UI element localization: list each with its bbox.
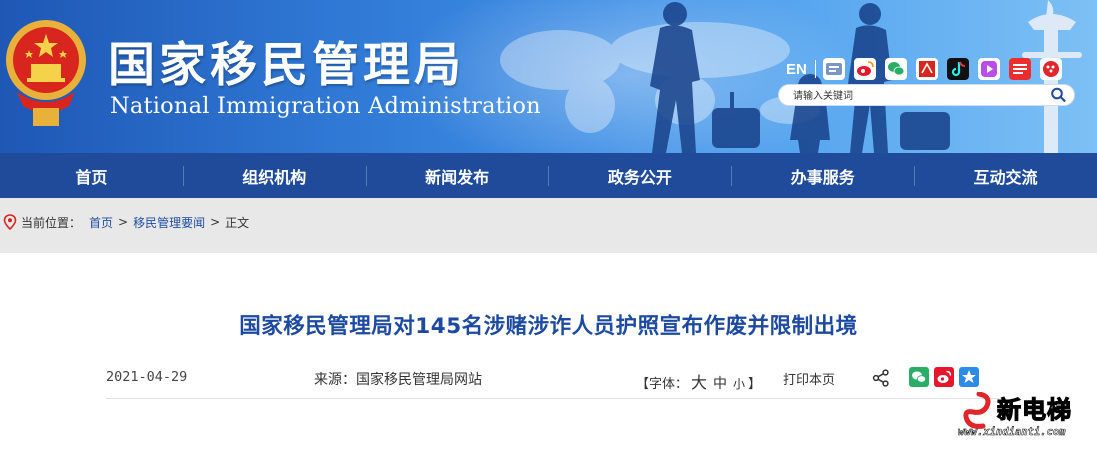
- breadcrumb-separator: >: [210, 215, 221, 229]
- nav-item-interaction[interactable]: 互动交流: [914, 153, 1097, 198]
- share-icon[interactable]: [871, 368, 891, 388]
- site-subtitle: National Immigration Administration: [110, 93, 541, 119]
- people-daily-icon[interactable]: [915, 58, 938, 80]
- weibo-icon[interactable]: [853, 58, 876, 80]
- article-panel: 国家移民管理局对145名涉赌涉诈人员护照宣布作废并限制出境 2021-04-29…: [0, 253, 1097, 453]
- article-source: 来源：国家移民管理局网站: [314, 372, 482, 388]
- weibo-share-icon[interactable]: [934, 367, 954, 387]
- qzone-share-icon[interactable]: [959, 367, 979, 387]
- site-title: 国家移民管理局: [108, 38, 465, 93]
- site-watermark: 新电梯 www.xindianti.com: [955, 390, 1097, 445]
- cctv-icon[interactable]: [1039, 58, 1062, 80]
- nav-item-home[interactable]: 首页: [0, 153, 183, 198]
- search-box: [778, 84, 1075, 106]
- breadcrumb-separator: >: [118, 215, 129, 229]
- header-toolbar: EN: [786, 57, 1071, 81]
- national-emblem-icon: [6, 20, 86, 126]
- breadcrumb-current: 正文: [225, 215, 250, 230]
- main-nav: 首页 组织机构 新闻发布 政务公开 办事服务 互动交流: [0, 153, 1097, 198]
- font-size-small-button[interactable]: 小: [733, 375, 745, 392]
- site-header: 国家移民管理局 National Immigration Administrat…: [0, 0, 1097, 153]
- font-size-label: 【字体：: [636, 377, 689, 392]
- article-title: 国家移民管理局对145名涉赌涉诈人员护照宣布作废并限制出境: [239, 314, 858, 339]
- breadcrumb: 当前位置： 首页 > 移民管理要闻 > 正文: [0, 207, 249, 237]
- publish-date: 2021-04-29: [106, 369, 188, 385]
- share-buttons: [909, 367, 984, 387]
- nav-item-organization[interactable]: 组织机构: [182, 153, 366, 198]
- nav-item-news-release[interactable]: 新闻发布: [365, 153, 549, 198]
- nav-item-gov-affairs[interactable]: 政务公开: [548, 153, 731, 198]
- font-size-bracket: 】: [748, 377, 762, 392]
- watermark-url: www.xindianti.com: [958, 426, 1066, 439]
- kuaishou-icon[interactable]: [977, 58, 1000, 80]
- font-size-medium-button[interactable]: 中: [713, 373, 727, 393]
- search-icon[interactable]: [1049, 86, 1069, 104]
- nav-item-services[interactable]: 办事服务: [731, 153, 914, 198]
- toutiao-icon[interactable]: [1008, 58, 1031, 80]
- douyin-icon[interactable]: [946, 58, 969, 80]
- wechat-share-icon[interactable]: [909, 367, 929, 387]
- breadcrumb-home-link[interactable]: 首页: [89, 214, 113, 231]
- xindianti-logo-icon: [963, 392, 991, 429]
- breadcrumb-label: 当前位置：: [21, 215, 82, 230]
- toolbar-divider: [814, 60, 816, 78]
- wechat-icon[interactable]: [884, 58, 907, 80]
- font-size-large-button[interactable]: 大: [691, 369, 707, 393]
- breadcrumb-section-link[interactable]: 移民管理要闻: [133, 214, 205, 231]
- location-pin-icon: [3, 214, 17, 230]
- meta-divider: [106, 398, 999, 399]
- watermark-brand: 新电梯: [996, 395, 1072, 424]
- article-meta: 2021-04-29 来源：国家移民管理局网站 【字体： 大 中 小 】 打印本…: [106, 365, 999, 399]
- print-page-link[interactable]: 打印本页: [783, 369, 835, 388]
- font-size-switcher: 【字体： 大 中 小 】: [636, 369, 761, 393]
- english-version-link[interactable]: EN: [786, 61, 807, 78]
- app-icon[interactable]: [822, 58, 845, 80]
- search-input[interactable]: [793, 88, 1043, 104]
